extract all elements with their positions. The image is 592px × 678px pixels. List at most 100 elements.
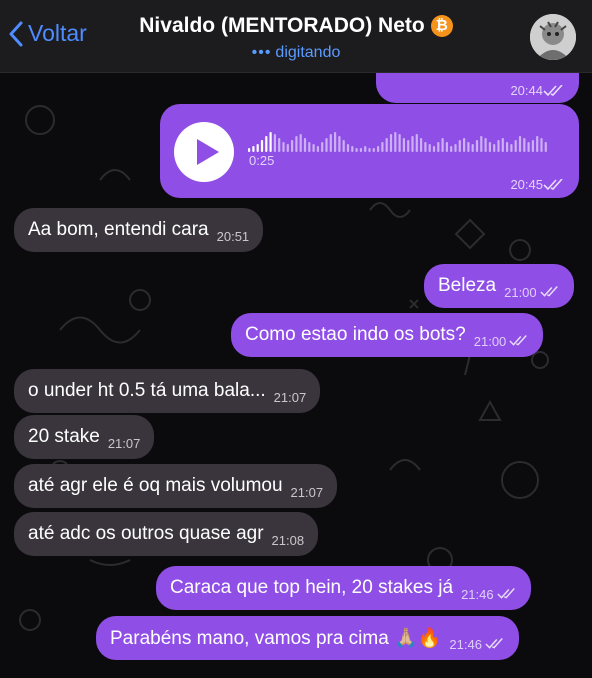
waveform-bar [269, 132, 272, 152]
message-time: 20:51 [216, 228, 250, 244]
waveform-bar [355, 148, 358, 152]
waveform-bar [514, 140, 517, 152]
waveform-bar [454, 144, 457, 152]
waveform-bar [334, 132, 337, 152]
waveform-bar [497, 140, 500, 152]
message-time: 21:08 [271, 532, 305, 548]
waveform[interactable] [248, 130, 558, 152]
waveform-bar [531, 140, 534, 152]
message-meta: 20:44 [510, 83, 565, 98]
double-check-icon [485, 638, 503, 649]
outgoing-message[interactable]: Beleza 21:00 [424, 264, 574, 308]
avatar[interactable] [530, 14, 576, 60]
waveform-bar [432, 146, 436, 152]
message-time: 21:46 [449, 636, 482, 652]
outgoing-message[interactable]: Caraca que top hein, 20 stakes já 21:46 [156, 566, 531, 610]
message-time: 21:07 [273, 389, 307, 405]
incoming-message[interactable]: 20 stake 21:07 [14, 415, 155, 459]
waveform-bar [278, 138, 281, 152]
waveform-bar [325, 138, 328, 152]
waveform-bar [415, 134, 418, 152]
waveform-bar [402, 138, 405, 152]
incoming-message[interactable]: até agr ele é oq mais volumou 21:07 [14, 464, 338, 508]
voice-message: 0:25 20:45 [160, 104, 579, 198]
waveform-bar [291, 140, 294, 152]
waveform-bar [372, 148, 375, 152]
message-text: Beleza [438, 275, 497, 296]
waveform-bar [463, 138, 466, 152]
typing-status: ••• digitando [0, 44, 592, 62]
outgoing-message[interactable]: Como estao indo os bots? 21:00 [231, 313, 544, 357]
contact-name[interactable]: Nivaldo (MENTORADO) Neto ₿ [0, 14, 592, 38]
waveform-bar [342, 140, 345, 152]
bitcoin-icon: ₿ [430, 15, 453, 37]
play-button[interactable] [174, 122, 234, 182]
waveform-bar [316, 146, 319, 152]
waveform-bar [381, 142, 384, 152]
double-check-icon [540, 286, 558, 297]
waveform-bar [299, 134, 302, 152]
waveform-bar [398, 134, 401, 152]
waveform-bar [389, 134, 393, 152]
waveform-bar [493, 144, 496, 152]
waveform-bar [377, 146, 380, 152]
waveform-bar [540, 138, 543, 152]
voice-duration: 0:25 [249, 153, 275, 168]
waveform-bar [351, 146, 354, 152]
waveform-bar [265, 136, 268, 152]
waveform-bar [536, 136, 539, 152]
play-icon [197, 139, 219, 165]
waveform-bar [458, 140, 461, 152]
waveform-bar [518, 136, 522, 152]
waveform-bar [424, 142, 427, 152]
incoming-message[interactable]: o under ht 0.5 tá uma bala... 21:07 [14, 369, 321, 413]
message-text: Caraca que top hein, 20 stakes já [170, 577, 454, 598]
message-time: 21:07 [107, 435, 141, 451]
message-time: 21:00 [504, 284, 537, 300]
waveform-bar [394, 132, 397, 152]
waveform-bar [506, 142, 509, 152]
incoming-message[interactable]: até adc os outros quase agr 21:08 [14, 512, 319, 556]
message-text: 20 stake [28, 426, 100, 447]
waveform-bar [467, 142, 470, 152]
waveform-bar [475, 140, 479, 152]
waveform-bar [286, 144, 289, 152]
waveform-bar [501, 138, 504, 152]
message-text: o under ht 0.5 tá uma bala... [28, 380, 266, 401]
message-text: Aa bom, entendi cara [28, 219, 209, 240]
incoming-message[interactable]: Aa bom, entendi cara 20:51 [14, 208, 264, 252]
waveform-bar [303, 138, 307, 152]
waveform-bar [471, 144, 474, 152]
waveform-bar [338, 136, 341, 152]
waveform-bar [480, 136, 483, 152]
chat-header: Voltar Nivaldo (MENTORADO) Neto ₿ ••• digi… [0, 0, 592, 73]
message-text: Parabéns mano, vamos pra cima 🙏🏼🔥 [110, 628, 442, 649]
waveform-bar [273, 134, 276, 152]
waveform-bar [510, 144, 513, 152]
waveform-bar [450, 146, 453, 152]
avatar-image [530, 14, 576, 60]
waveform-bar [437, 142, 440, 152]
waveform-bar [385, 138, 388, 152]
message-text: até agr ele é oq mais volumou [28, 475, 283, 496]
message-text: Como estao indo os bots? [245, 324, 466, 345]
waveform-bar [488, 142, 491, 152]
waveform-bar [321, 142, 324, 152]
double-check-icon [497, 588, 515, 599]
double-check-icon [543, 178, 563, 190]
waveform-bar [282, 142, 285, 152]
waveform-bar [260, 140, 264, 152]
waveform-bar [329, 134, 332, 152]
message-time: 21:00 [473, 333, 507, 349]
message-time: 21:46 [461, 586, 494, 602]
waveform-bar [420, 138, 423, 152]
message-time: 20:44 [510, 83, 543, 98]
waveform-bar [407, 140, 410, 152]
waveform-bar [445, 142, 448, 152]
waveform-bar [248, 148, 251, 152]
message-time: 21:07 [290, 484, 324, 500]
outgoing-message[interactable]: Parabéns mano, vamos pra cima 🙏🏼🔥 21:46 [96, 616, 519, 660]
waveform-bar [441, 138, 444, 152]
waveform-bar [359, 148, 362, 152]
double-check-icon [543, 84, 563, 96]
